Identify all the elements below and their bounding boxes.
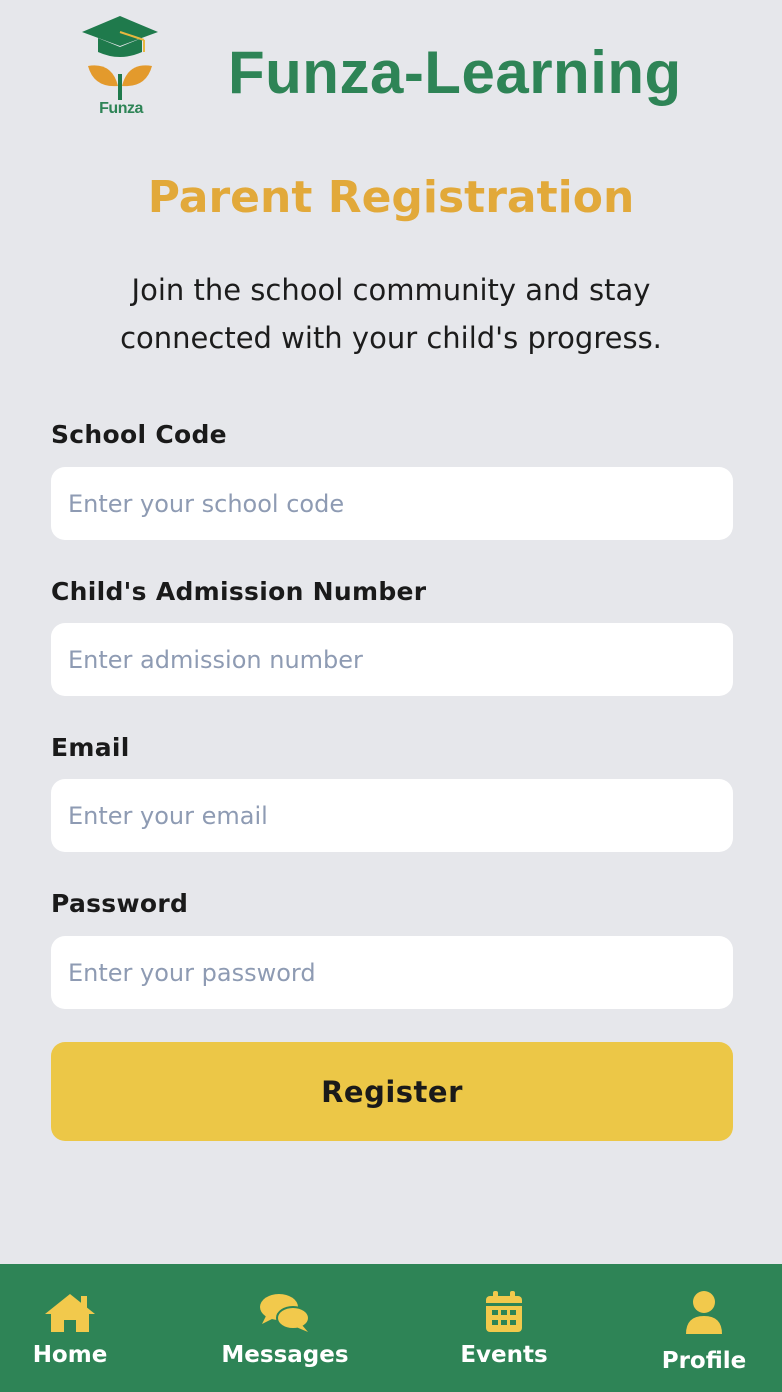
nav-label-messages: Messages — [221, 1342, 349, 1368]
graduation-plant-icon — [82, 16, 158, 100]
admission-number-label: Child's Admission Number — [51, 577, 427, 606]
register-button[interactable]: Register — [51, 1042, 733, 1141]
email-input[interactable] — [51, 779, 733, 852]
nav-label-profile: Profile — [661, 1348, 747, 1374]
page-subtitle: Join the school community and stay conne… — [60, 266, 722, 362]
nav-item-profile[interactable]: Profile — [624, 1264, 782, 1392]
page-title: Parent Registration — [147, 172, 635, 223]
funza-logo: Funza — [78, 14, 162, 124]
home-icon — [45, 1294, 95, 1332]
school-code-label: School Code — [51, 420, 227, 449]
nav-label-events: Events — [460, 1342, 548, 1368]
logo-text: Funza — [99, 100, 143, 117]
nav-item-messages[interactable]: Messages — [205, 1264, 365, 1392]
bottom-nav: Home Messages Events Profile — [0, 1264, 782, 1392]
school-code-input[interactable] — [51, 467, 733, 540]
subtitle-line-2: connected with your child's progress. — [120, 321, 662, 355]
nav-item-home[interactable]: Home — [0, 1264, 150, 1392]
calendar-icon — [486, 1291, 522, 1332]
user-icon — [686, 1291, 722, 1334]
chat-bubbles-icon — [260, 1294, 310, 1332]
nav-label-home: Home — [32, 1342, 108, 1368]
app-header: Funza Funza-Learning — [0, 0, 782, 130]
subtitle-line-1: Join the school community and stay — [131, 273, 651, 307]
email-label: Email — [51, 733, 130, 762]
password-label: Password — [51, 889, 189, 918]
password-input[interactable] — [51, 936, 733, 1009]
registration-page: Funza Funza-Learning Parent Registration… — [0, 0, 782, 1392]
nav-item-events[interactable]: Events — [424, 1264, 584, 1392]
admission-number-input[interactable] — [51, 623, 733, 696]
app-title: Funza-Learning — [228, 39, 682, 106]
